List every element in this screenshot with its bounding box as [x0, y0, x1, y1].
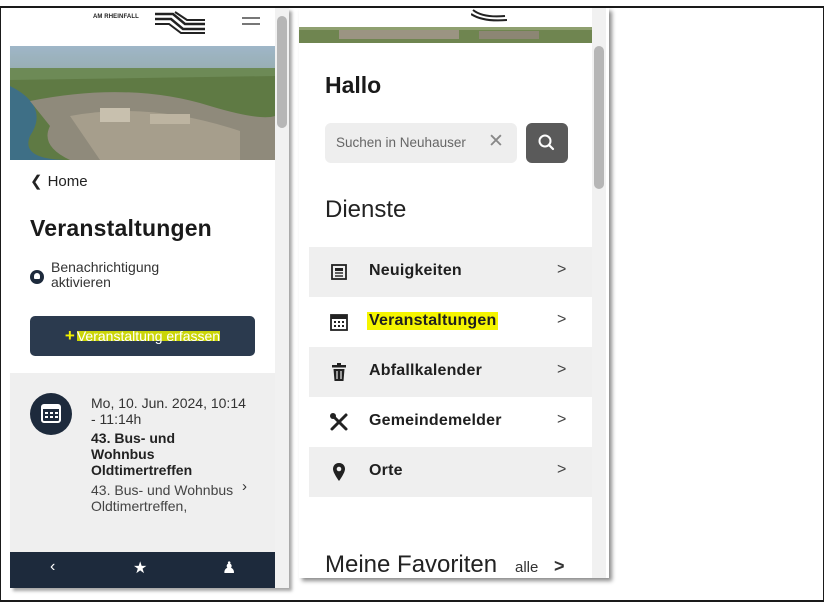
menu-item-label: Abfallkalender	[369, 362, 483, 379]
services-menu: Neuigkeiten > Veranstaltungen > Abfallka…	[309, 247, 592, 497]
tools-icon	[330, 413, 348, 431]
menu-item-label: Gemeindemelder	[369, 412, 502, 429]
menu-item-label: Orte	[369, 462, 403, 479]
back-link[interactable]: ❮ Home	[30, 172, 88, 190]
add-event-button[interactable]: + Veranstaltung erfassen	[30, 316, 255, 356]
menu-icon[interactable]	[242, 17, 260, 29]
newspaper-icon	[331, 264, 347, 280]
chevron-left-icon: ❮	[30, 173, 43, 190]
plus-icon: +	[64, 326, 75, 345]
menu-item-label: Neuigkeiten	[369, 262, 462, 279]
menu-item-veranstaltungen[interactable]: Veranstaltungen >	[309, 297, 592, 347]
favorites-title: Meine Favoriten	[325, 551, 498, 578]
aerial-town-photo	[10, 46, 275, 160]
calendar-icon	[330, 314, 348, 331]
top-bar: AM RHEINFALL	[10, 8, 275, 46]
left-phone-panel: AM RHEINFALL ❮ Home Veranstaltungen Benac…	[10, 8, 289, 588]
clear-icon[interactable]: ✕	[488, 130, 504, 153]
page-title: Veranstaltungen	[30, 215, 212, 241]
chevron-right-icon: ›	[242, 478, 247, 495]
search-icon	[538, 134, 555, 151]
scrollbar[interactable]	[275, 8, 289, 588]
map-pin-icon	[333, 463, 345, 481]
bell-icon[interactable]	[30, 270, 44, 284]
section-title-dienste: Dienste	[325, 196, 407, 223]
logo-mark-icon	[471, 9, 507, 22]
logo-text: AM RHEINFALL	[93, 14, 139, 20]
chevron-right-icon: >	[557, 261, 567, 278]
greeting-heading: Hallo	[325, 72, 382, 98]
notification-toggle-label[interactable]: Benachrichtigung aktivieren	[51, 260, 201, 290]
share-icon[interactable]: ‹	[50, 558, 55, 576]
chevron-right-icon: >	[557, 361, 567, 378]
search-input[interactable]: Suchen in Neuhauser ✕	[325, 123, 517, 163]
bottom-nav: ‹ ★ ♟	[10, 552, 275, 588]
menu-item-gemeindemelder[interactable]: Gemeindemelder >	[309, 397, 592, 447]
menu-item-neuigkeiten[interactable]: Neuigkeiten >	[309, 247, 592, 297]
chevron-right-icon: >	[557, 411, 567, 428]
bell-icon[interactable]: ♟	[222, 558, 236, 578]
trash-icon	[332, 363, 346, 381]
menu-item-abfallkalender[interactable]: Abfallkalender >	[309, 347, 592, 397]
menu-item-orte[interactable]: Orte >	[309, 447, 592, 497]
search-input-text: Suchen in Neuhauser	[336, 135, 466, 150]
star-icon[interactable]: ★	[133, 558, 147, 578]
event-title: 43. Bus- und Wohnbus Oldtimertreffen	[91, 430, 193, 478]
add-event-label: Veranstaltung erfassen	[76, 328, 221, 344]
search-button[interactable]	[526, 123, 568, 163]
chevron-right-icon: >	[557, 311, 567, 328]
menu-item-label: Veranstaltungen	[367, 312, 499, 330]
favorites-all-link[interactable]: alle	[515, 559, 538, 576]
scrollbar[interactable]	[592, 8, 606, 578]
back-link-label: Home	[47, 173, 88, 190]
logo-mark-icon	[155, 11, 205, 34]
chevron-right-icon: >	[557, 461, 567, 478]
calendar-icon	[30, 393, 72, 435]
event-description: 43. Bus- und Wohnbus Oldtimertreffen,	[91, 482, 234, 514]
event-date: Mo, 10. Jun. 2024, 10:14 - 11:14h	[91, 395, 246, 427]
aerial-photo-strip	[299, 27, 592, 43]
chevron-right-icon[interactable]: >	[554, 556, 565, 577]
right-phone-panel: Hallo Suchen in Neuhauser ✕ Dienste Neui…	[299, 8, 609, 578]
